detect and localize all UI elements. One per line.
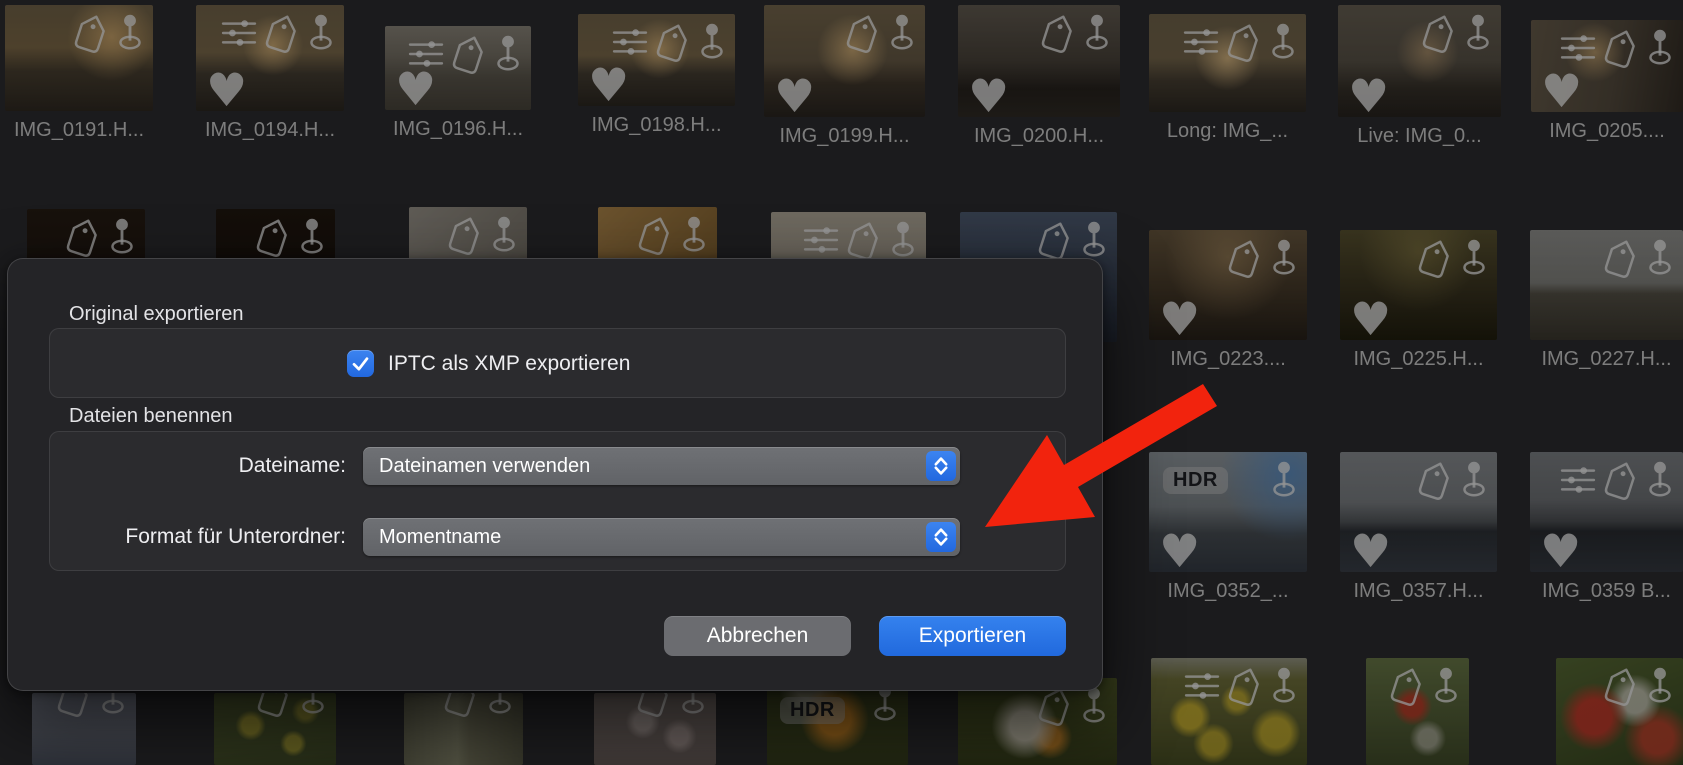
filename-format-value: Dateinamen verwenden xyxy=(379,454,591,477)
iptc-xmp-checkbox-label[interactable]: IPTC als XMP exportieren xyxy=(388,352,630,376)
section-label-rename-files: Dateien benennen xyxy=(69,405,233,427)
subfolder-format-select[interactable]: Momentname xyxy=(363,518,960,556)
checkmark-icon xyxy=(347,353,374,374)
chevron-up-down-icon xyxy=(926,451,956,481)
export-dialog: Original exportieren IPTC als XMP export… xyxy=(7,258,1103,691)
export-button[interactable]: Exportieren xyxy=(879,616,1066,656)
cancel-button[interactable]: Abbrechen xyxy=(664,616,851,656)
subfolder-format-value: Momentname xyxy=(379,525,502,548)
photos-app-window: IMG_0191.H... ♥ IMG_0194.H... ♥ IMG_0196.H..… xyxy=(0,0,1683,765)
filename-format-select[interactable]: Dateinamen verwenden xyxy=(363,447,960,485)
chevron-up-down-icon xyxy=(926,522,956,552)
subfolder-label: Format für Unterordner: xyxy=(125,525,346,548)
section-label-export-original: Original exportieren xyxy=(69,303,244,325)
filename-label: Dateiname: xyxy=(238,454,346,477)
iptc-xmp-checkbox[interactable] xyxy=(347,350,374,377)
